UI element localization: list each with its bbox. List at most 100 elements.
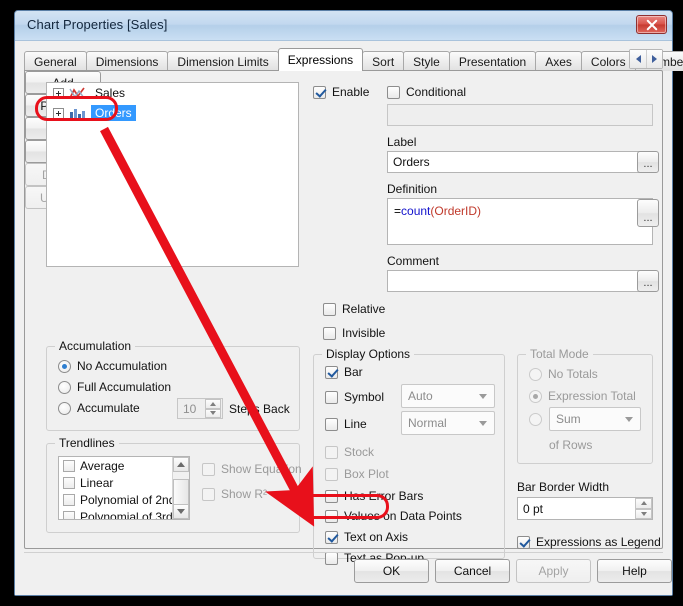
tab-sort[interactable]: Sort — [362, 51, 405, 71]
checkbox-indicator[interactable] — [63, 493, 75, 506]
radio-full-accumulation[interactable]: Full Accumulation — [58, 380, 171, 394]
radio-no-accumulation[interactable]: No Accumulation — [58, 359, 167, 373]
trendlines-scrollbar[interactable] — [172, 457, 189, 519]
label-input[interactable]: Orders — [387, 151, 653, 173]
enable-checkbox[interactable]: Enable — [313, 85, 369, 99]
tab-style[interactable]: Style — [403, 51, 450, 71]
radio-indicator — [529, 413, 542, 426]
radio-label: Accumulate — [77, 401, 140, 415]
tree-item-orders[interactable]: Orders — [47, 103, 298, 123]
conditional-input[interactable] — [387, 104, 653, 126]
comment-browse-button[interactable]: ... — [637, 270, 659, 292]
trendline-linear[interactable]: Linear — [59, 474, 189, 491]
window-title: Chart Properties [Sales] — [27, 17, 168, 32]
invisible-checkbox[interactable]: Invisible — [323, 326, 385, 340]
comment-input[interactable] — [387, 270, 653, 292]
ok-button[interactable]: OK — [354, 559, 429, 583]
radio-indicator — [58, 359, 71, 373]
radio-accumulate[interactable]: Accumulate — [58, 401, 140, 415]
accumulation-group: Accumulation No Accumulation Full Accumu… — [46, 339, 300, 431]
has-error-bars-checkbox[interactable]: Has Error Bars — [325, 489, 423, 503]
show-equation-label: Show Equation — [221, 462, 302, 476]
tab-axes[interactable]: Axes — [535, 51, 582, 71]
checkbox-indicator — [323, 302, 336, 316]
close-icon[interactable] — [636, 15, 667, 34]
radio-indicator — [58, 401, 71, 415]
trendline-label: Polynomial of 3rd d — [80, 509, 183, 520]
tree-item-sales[interactable]: Sales — [47, 83, 298, 103]
enable-label: Enable — [332, 85, 370, 99]
expressions-as-legend-checkbox[interactable]: Expressions as Legend — [517, 535, 661, 549]
text-on-axis-checkbox[interactable]: Text on Axis — [325, 530, 408, 544]
spinner-up-icon[interactable] — [635, 498, 652, 509]
line-checkbox[interactable]: Line — [325, 417, 367, 431]
conditional-checkbox[interactable]: Conditional — [387, 85, 466, 99]
invisible-label: Invisible — [342, 326, 386, 340]
expressions-tree[interactable]: Sales Orders — [46, 82, 299, 267]
radio-aggregation — [529, 413, 542, 426]
help-button[interactable]: Help — [597, 559, 672, 583]
tab-scroll-right-icon[interactable] — [646, 50, 662, 68]
checkbox-indicator — [517, 535, 530, 549]
trendline-average[interactable]: Average — [59, 457, 189, 474]
steps-back-label: Steps Back — [229, 402, 290, 416]
total-mode-group-title: Total Mode — [526, 347, 593, 361]
checkbox-indicator[interactable] — [63, 459, 75, 472]
stock-checkbox: Stock — [325, 445, 374, 459]
spinner-down-icon[interactable] — [205, 408, 221, 418]
expand-icon[interactable] — [53, 87, 64, 99]
tab-colors[interactable]: Colors — [580, 51, 636, 71]
tab-scroll-left-icon[interactable] — [630, 50, 646, 68]
checkbox-indicator — [325, 551, 338, 565]
bottom-separator — [24, 552, 663, 553]
spinner-up-icon[interactable] — [205, 399, 221, 409]
tab-dimension-limits[interactable]: Dimension Limits — [167, 51, 279, 71]
line-type-dropdown[interactable]: Normal — [401, 411, 495, 435]
bar-border-width-input[interactable]: 0 pt — [517, 497, 653, 520]
relative-checkbox[interactable]: Relative — [323, 302, 385, 316]
checkbox-indicator — [387, 85, 400, 99]
has-error-bars-label: Has Error Bars — [344, 489, 424, 503]
tab-presentation[interactable]: Presentation — [448, 51, 537, 71]
scroll-up-icon[interactable] — [173, 457, 189, 472]
bar-checkbox[interactable]: Bar — [325, 365, 363, 379]
expressions-tab-page: Sales Orders Accumulation No Accumulatio… — [24, 70, 663, 565]
trendlines-group-title: Trendlines — [55, 436, 119, 450]
line-label: Line — [344, 417, 367, 431]
bar-border-width-caption: Bar Border Width — [517, 480, 610, 494]
trendlines-list[interactable]: Average Linear Polynomial of 2nd d Polyn… — [58, 456, 190, 520]
conditional-label: Conditional — [406, 85, 467, 99]
tab-general[interactable]: General — [24, 51, 87, 71]
values-on-data-points-checkbox[interactable]: Values on Data Points — [325, 509, 462, 523]
symbol-type-dropdown[interactable]: Auto — [401, 384, 495, 408]
definition-browse-button[interactable]: ... — [637, 199, 659, 227]
dialog-client-area: General Dimensions Dimension Limits Expr… — [15, 41, 683, 595]
checkbox-indicator — [325, 445, 338, 459]
expand-icon[interactable] — [53, 107, 64, 119]
tab-expressions[interactable]: Expressions — [277, 48, 364, 71]
symbol-checkbox[interactable]: Symbol — [325, 390, 384, 404]
steps-back-spinner[interactable] — [205, 399, 221, 418]
checkbox-indicator — [313, 85, 326, 99]
scroll-down-icon[interactable] — [173, 504, 189, 519]
scrollbar-thumb[interactable] — [173, 479, 189, 505]
trendline-poly3[interactable]: Polynomial of 3rd d — [59, 508, 189, 520]
definition-input[interactable]: =count(OrderID) — [387, 198, 653, 245]
checkbox-indicator[interactable] — [63, 510, 75, 519]
text-on-axis-label: Text on Axis — [344, 530, 409, 544]
bar-chart-icon — [69, 106, 86, 120]
tab-strip: General Dimensions Dimension Limits Expr… — [24, 48, 683, 71]
checkbox-indicator[interactable] — [63, 476, 75, 489]
trendline-poly2[interactable]: Polynomial of 2nd d — [59, 491, 189, 508]
chevron-down-icon — [479, 394, 487, 399]
cancel-button[interactable]: Cancel — [435, 559, 510, 583]
bar-border-width-spinner[interactable] — [635, 498, 652, 519]
display-options-group: Display Options Bar Symbol Auto Line Nor… — [313, 347, 505, 565]
radio-indicator — [529, 389, 542, 403]
tab-scroll-buttons — [629, 49, 663, 69]
tab-dimensions[interactable]: Dimensions — [85, 51, 169, 71]
checkbox-indicator — [325, 417, 338, 431]
spinner-down-icon[interactable] — [635, 508, 652, 519]
label-browse-button[interactable]: ... — [637, 151, 659, 173]
radio-label: No Accumulation — [77, 359, 168, 373]
